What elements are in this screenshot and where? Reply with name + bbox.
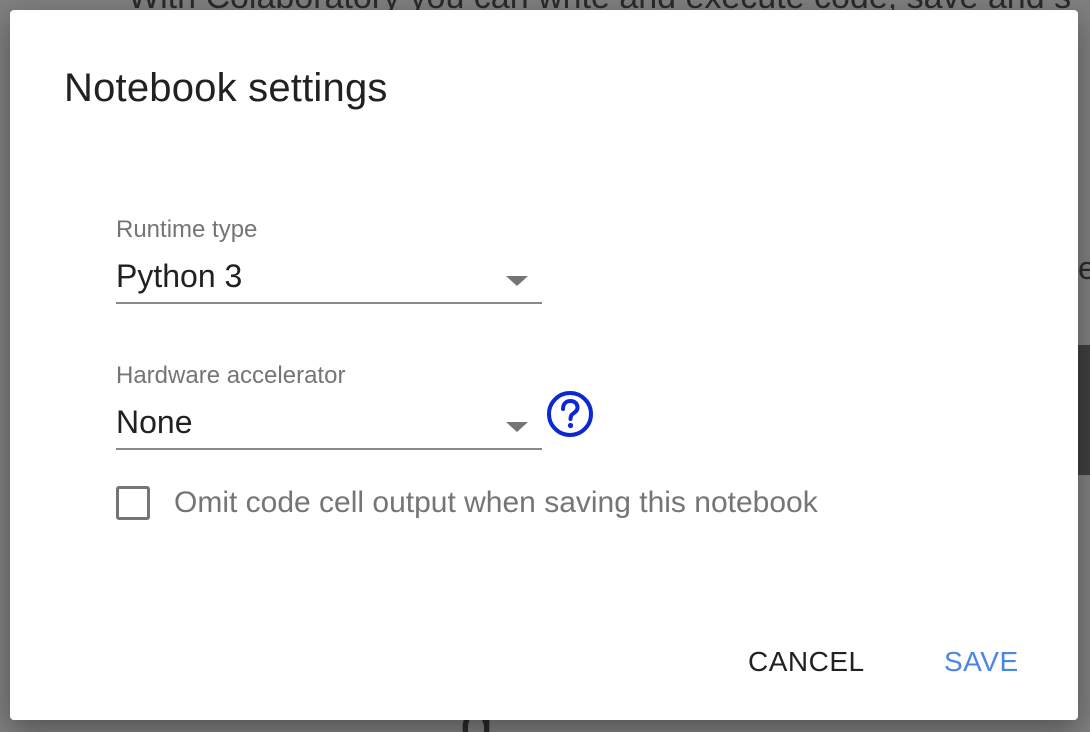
runtime-type-select[interactable]: Python 3 [116, 256, 542, 304]
runtime-type-label: Runtime type [116, 216, 258, 243]
dropdown-arrow-icon [506, 422, 528, 432]
omit-output-checkbox[interactable] [116, 486, 150, 520]
question-circle-icon[interactable] [546, 390, 594, 438]
omit-output-label: Omit code cell output when saving this n… [174, 486, 818, 519]
save-button[interactable]: SAVE [944, 646, 1019, 678]
runtime-type-value: Python 3 [116, 258, 243, 294]
notebook-settings-dialog: Notebook settings Runtime type Python 3 … [10, 10, 1078, 720]
dialog-title: Notebook settings [64, 66, 388, 110]
background-dark-panel [1078, 345, 1090, 475]
background-right-text: e [1078, 250, 1090, 286]
hardware-accelerator-value: None [116, 404, 193, 440]
hardware-accelerator-label: Hardware accelerator [116, 362, 346, 389]
hardware-accelerator-select[interactable]: None [116, 402, 542, 450]
cancel-button[interactable]: CANCEL [748, 646, 865, 678]
omit-output-row: Omit code cell output when saving this n… [116, 482, 818, 524]
dropdown-arrow-icon [506, 276, 528, 286]
